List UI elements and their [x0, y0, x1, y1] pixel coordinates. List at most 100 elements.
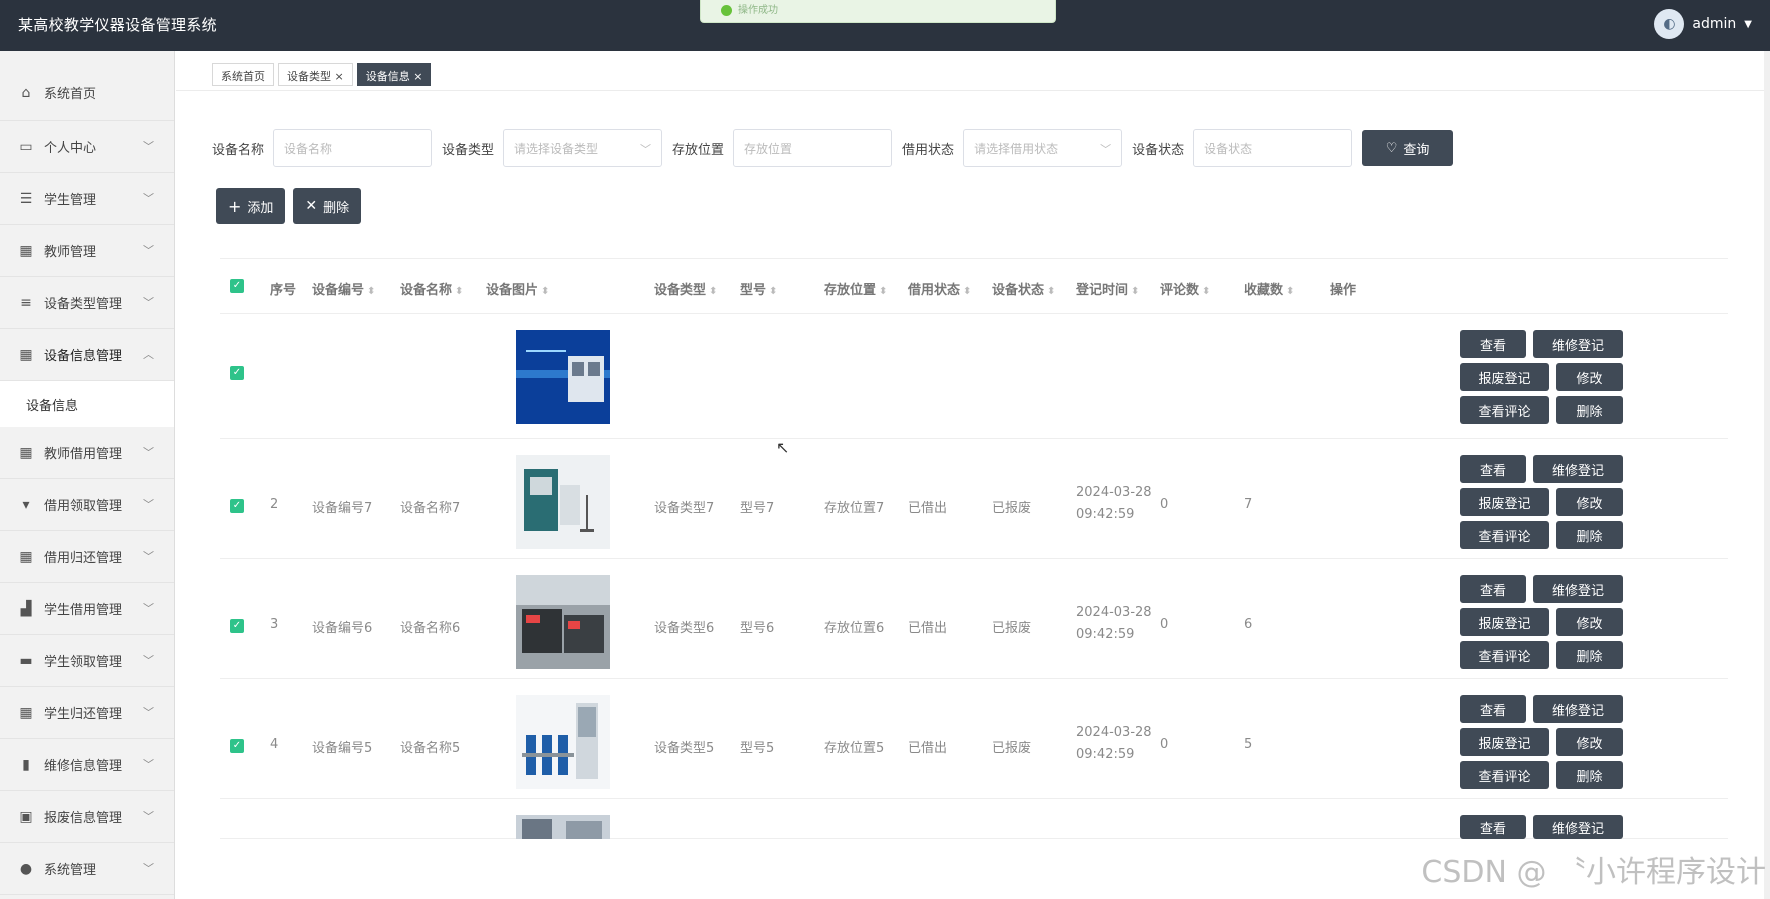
header-status[interactable]: 设备状态 ⬍: [992, 279, 1055, 298]
scrap-button[interactable]: 报废登记: [1460, 728, 1549, 756]
header-name[interactable]: 设备名称 ⬍: [400, 279, 463, 298]
delete-row-button[interactable]: 删除: [1556, 761, 1623, 789]
view-comments-button[interactable]: 查看评论: [1460, 396, 1549, 424]
header-model-label: 型号: [740, 283, 767, 298]
sliders-icon: ≡: [20, 294, 32, 311]
scrap-button[interactable]: 报废登记: [1460, 608, 1549, 636]
repair-button[interactable]: 维修登记: [1533, 455, 1623, 483]
row-checkbox[interactable]: ✓: [230, 499, 244, 513]
device-image[interactable]: [516, 695, 610, 789]
view-button[interactable]: 查看: [1460, 330, 1526, 358]
cell-code: 设备编号6: [312, 621, 373, 636]
borrow-status-select[interactable]: 请选择借用状态 ﹀: [963, 129, 1123, 167]
grid-icon: ▦: [19, 346, 33, 363]
close-icon: ✕: [305, 198, 318, 214]
device-image[interactable]: [516, 330, 610, 424]
sidebar-item-teachers[interactable]: ▦ 教师管理 ﹀: [0, 225, 174, 277]
sidebar-item-students[interactable]: ☰ 学生管理 ﹀: [0, 173, 174, 225]
row-checkbox[interactable]: ✓: [230, 366, 244, 380]
tab-device-info[interactable]: 设备信息 ×: [356, 63, 432, 86]
device-image[interactable]: [516, 575, 610, 669]
cell-model: 型号7: [740, 501, 775, 516]
header-location[interactable]: 存放位置 ⬍: [824, 279, 887, 298]
chevron-down-icon: ﹀: [143, 758, 154, 771]
repair-button[interactable]: 维修登记: [1533, 330, 1623, 358]
add-button[interactable]: + 添加: [216, 188, 286, 224]
edit-button[interactable]: 修改: [1556, 488, 1623, 516]
header-type[interactable]: 设备类型 ⬍: [654, 279, 717, 298]
select-all-checkbox[interactable]: ✓: [230, 279, 244, 293]
header-comments[interactable]: 评论数 ⬍: [1160, 279, 1210, 298]
repair-button[interactable]: 维修登记: [1533, 695, 1623, 723]
view-comments-button[interactable]: 查看评论: [1460, 761, 1549, 789]
edit-button[interactable]: 修改: [1556, 728, 1623, 756]
cell-comments: 0: [1160, 737, 1169, 752]
view-button[interactable]: 查看: [1460, 695, 1526, 723]
sort-icon: ⬍: [367, 286, 376, 297]
sidebar-item-borrow-pickup[interactable]: ▾ 借用领取管理 ﹀: [0, 479, 174, 531]
header-code[interactable]: 设备编号 ⬍: [312, 279, 375, 298]
sidebar-item-home[interactable]: ⌂ 系统首页: [0, 51, 174, 121]
sort-icon: ⬍: [1202, 286, 1211, 297]
sidebar-item-label: 教师借用管理: [44, 447, 123, 462]
device-image[interactable]: [516, 455, 610, 549]
sidebar-item-device-info[interactable]: ▦ 设备信息管理 ︿: [0, 329, 174, 381]
repair-button[interactable]: 维修登记: [1533, 815, 1623, 839]
delete-row-button[interactable]: 删除: [1556, 521, 1623, 549]
sidebar-item-student-return[interactable]: ▦ 学生归还管理 ﹀: [0, 687, 174, 739]
cell-index: 3: [270, 617, 279, 632]
sidebar-item-teacher-borrow[interactable]: ▦ 教师借用管理 ﹀: [0, 427, 174, 479]
chevron-down-icon: ﹀: [143, 550, 154, 563]
scrap-button[interactable]: 报废登记: [1460, 488, 1549, 516]
view-button[interactable]: 查看: [1460, 575, 1526, 603]
device-status-input[interactable]: 设备状态: [1193, 129, 1353, 167]
sidebar-item-label: 系统管理: [44, 863, 97, 878]
header-image[interactable]: 设备图片 ⬍: [486, 279, 549, 298]
cell-status: 已报废: [992, 621, 1032, 636]
header-status-label: 设备状态: [992, 283, 1045, 298]
query-button[interactable]: ♡ 查询: [1362, 130, 1454, 166]
location-input[interactable]: 存放位置: [733, 129, 893, 167]
view-button[interactable]: 查看: [1460, 455, 1526, 483]
header-model[interactable]: 型号 ⬍: [740, 279, 777, 298]
edit-button[interactable]: 修改: [1556, 608, 1623, 636]
tab-bar: 系统首页 设备类型 × 设备信息 ×: [212, 63, 432, 86]
sidebar-subitem-device-info[interactable]: 设备信息: [0, 381, 174, 427]
sidebar-item-student-pickup[interactable]: ▬ 学生领取管理 ﹀: [0, 635, 174, 687]
header-image-label: 设备图片: [486, 283, 539, 298]
sidebar-item-device-types[interactable]: ≡ 设备类型管理 ﹀: [0, 277, 174, 329]
repair-button[interactable]: 维修登记: [1533, 575, 1623, 603]
view-button[interactable]: 查看: [1460, 815, 1526, 839]
sidebar-item-profile[interactable]: ▭ 个人中心 ﹀: [0, 121, 174, 173]
sidebar-item-scrap[interactable]: ▣ 报废信息管理 ﹀: [0, 791, 174, 843]
delete-row-button[interactable]: 删除: [1556, 641, 1623, 669]
header-borrow[interactable]: 借用状态 ⬍: [908, 279, 971, 298]
delete-row-button[interactable]: 删除: [1556, 396, 1623, 424]
clipboard-icon: ▣: [19, 808, 33, 825]
row-checkbox[interactable]: ✓: [230, 619, 244, 633]
type-select[interactable]: 请选择设备类型 ﹀: [503, 129, 663, 167]
sidebar-item-system[interactable]: ● 系统管理 ﹀: [0, 843, 174, 895]
header-favorites[interactable]: 收藏数 ⬍: [1244, 279, 1294, 298]
sidebar-item-repair[interactable]: ▮ 维修信息管理 ﹀: [0, 739, 174, 791]
tab-device-types[interactable]: 设备类型 ×: [278, 63, 353, 86]
sort-icon: ⬍: [541, 286, 550, 297]
delete-button[interactable]: ✕ 删除: [293, 188, 362, 224]
header-index: 序号: [270, 283, 297, 298]
scrollbar[interactable]: [1764, 51, 1770, 899]
sidebar-item-student-borrow[interactable]: ▟ 学生借用管理 ﹀: [0, 583, 174, 635]
cell-code: 设备编号5: [312, 741, 373, 756]
view-comments-button[interactable]: 查看评论: [1460, 641, 1549, 669]
sidebar-item-label: 设备类型管理: [44, 297, 123, 312]
header-location-label: 存放位置: [824, 283, 877, 298]
tab-home[interactable]: 系统首页: [212, 63, 274, 86]
edit-button[interactable]: 修改: [1556, 363, 1623, 391]
header-time[interactable]: 登记时间 ⬍: [1076, 279, 1139, 298]
user-menu[interactable]: ◐ admin ▼: [1654, 9, 1752, 39]
row-checkbox[interactable]: ✓: [230, 739, 244, 753]
scrap-button[interactable]: 报废登记: [1460, 363, 1549, 391]
name-input[interactable]: 设备名称: [273, 129, 433, 167]
device-image[interactable]: [516, 815, 610, 839]
sidebar-item-borrow-return[interactable]: ▦ 借用归还管理 ﹀: [0, 531, 174, 583]
view-comments-button[interactable]: 查看评论: [1460, 521, 1549, 549]
